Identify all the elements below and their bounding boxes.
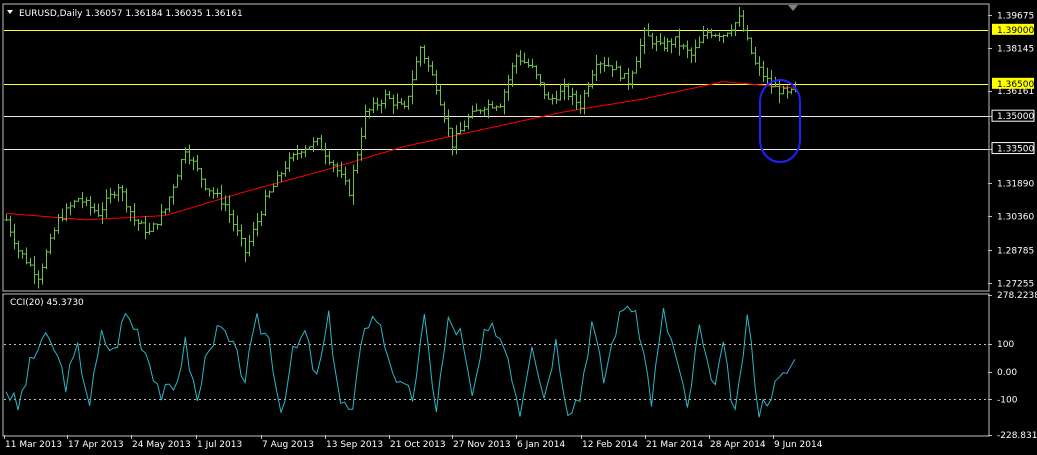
cci-tick-label: 278.2238: [997, 291, 1037, 301]
x-tick-label: 21 Oct 2013: [390, 440, 446, 450]
cci-header: CCI(20) 45.3730: [10, 298, 84, 308]
x-tick-label: 27 Nov 2013: [453, 440, 511, 450]
y-tick-label: 1.38145: [997, 44, 1034, 54]
symbol-header: EURUSD,Daily 1.36057 1.36184 1.36035 1.3…: [19, 9, 243, 19]
x-tick-label: 12 Feb 2014: [582, 440, 638, 450]
cci-tick-label: 0.00: [997, 368, 1017, 378]
x-tick-label: 9 Jun 2014: [774, 440, 823, 450]
y-tick-label: 1.28785: [997, 246, 1034, 256]
price-line-label: 1.36500: [997, 80, 1034, 90]
x-tick-label: 24 May 2013: [132, 440, 191, 450]
chart-canvas[interactable]: EURUSD,Daily 1.36057 1.36184 1.36035 1.3…: [0, 0, 1037, 455]
y-tick-label: 1.27255: [997, 279, 1034, 289]
y-tick-label: 1.39675: [997, 11, 1034, 21]
x-tick-label: 17 Apr 2013: [68, 440, 124, 450]
y-tick-label: 1.30360: [997, 212, 1034, 222]
x-tick-label: 7 Aug 2013: [262, 440, 314, 450]
price-line-label: 1.33500: [997, 145, 1034, 155]
x-tick-label: 21 Mar 2014: [646, 440, 703, 450]
x-tick-label: 6 Jan 2014: [517, 440, 565, 450]
x-tick-label: 1 Jul 2013: [197, 440, 242, 450]
cci-tick-label: 100: [997, 340, 1014, 350]
y-tick-label: 1.31890: [997, 179, 1034, 189]
cci-tick-label: -228.8311: [997, 431, 1037, 441]
x-tick-label: 28 Apr 2014: [710, 440, 766, 450]
x-tick-label: 11 Mar 2013: [5, 440, 62, 450]
chart-background: [0, 0, 1037, 455]
price-line-label: 1.39000: [997, 26, 1034, 36]
price-line-label: 1.35000: [997, 112, 1034, 122]
x-tick-label: 13 Sep 2013: [326, 440, 383, 450]
cci-tick-label: -100: [997, 395, 1018, 405]
